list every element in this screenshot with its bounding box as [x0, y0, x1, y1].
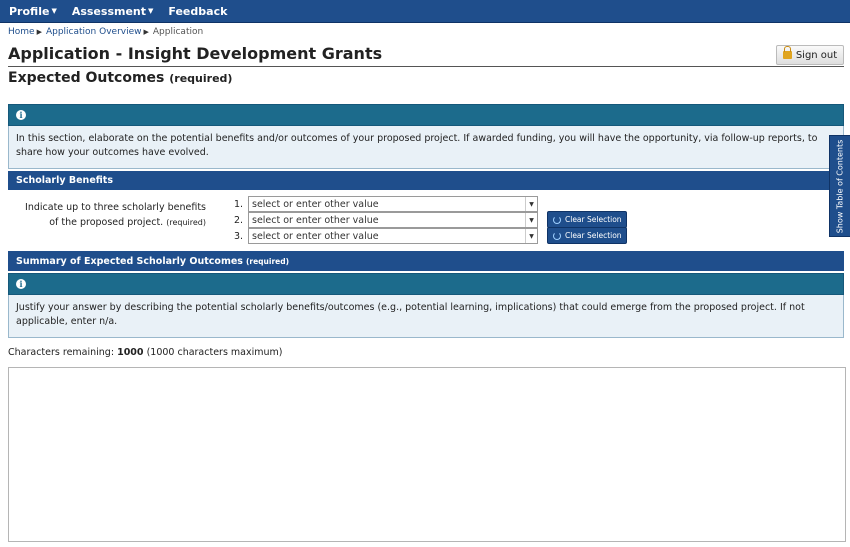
breadcrumb-current: Application: [152, 27, 204, 37]
show-toc-tab[interactable]: Show Table of Contents: [829, 135, 850, 237]
characters-remaining: Characters remaining: 1000 (1000 charact…: [8, 347, 283, 358]
summary-info-header: i: [8, 273, 844, 295]
benefit-select-1[interactable]: select or enter other value ▼: [248, 196, 538, 212]
info-header: i: [8, 104, 844, 126]
refresh-icon: [553, 231, 561, 240]
info-text: In this section, elaborate on the potent…: [8, 126, 844, 169]
breadcrumb-home[interactable]: Home: [8, 27, 35, 37]
summary-info-text: Justify your answer by describing the po…: [8, 295, 844, 338]
dropdown-arrow-icon[interactable]: ▼: [525, 197, 537, 211]
summary-header: Summary of Expected Scholarly Outcomes (…: [8, 251, 844, 271]
nav-assessment[interactable]: Assessment ▼: [63, 0, 160, 22]
breadcrumb-overview[interactable]: Application Overview: [46, 27, 142, 37]
benefit-select-3[interactable]: select or enter other value ▼: [248, 228, 538, 244]
nav-profile[interactable]: Profile ▼: [0, 0, 63, 22]
chevron-down-icon: ▼: [51, 7, 57, 15]
clear-selection-button-3[interactable]: Clear Selection: [547, 227, 627, 244]
info-icon: i: [16, 110, 26, 120]
section-title: Expected Outcomes (required): [8, 70, 233, 86]
clear-selection-button-2[interactable]: Clear Selection: [547, 211, 627, 228]
info-icon: i: [16, 279, 26, 289]
characters-count: 1000: [117, 347, 144, 358]
benefit-row-1: 1. select or enter other value ▼: [234, 196, 538, 212]
page-title: Application - Insight Development Grants: [8, 44, 383, 63]
chevron-down-icon: ▼: [148, 7, 154, 15]
breadcrumb-separator-icon: ▶: [143, 28, 149, 36]
benefits-label: Indicate up to three scholarly benefits …: [25, 202, 206, 228]
benefit-select-2[interactable]: select or enter other value ▼: [248, 212, 538, 228]
benefit-row-3: 3. select or enter other value ▼: [234, 228, 538, 244]
title-divider: [8, 66, 844, 67]
benefit-row-2: 2. select or enter other value ▼: [234, 212, 538, 228]
dropdown-arrow-icon[interactable]: ▼: [525, 213, 537, 227]
lock-icon: [782, 46, 792, 59]
scholarly-benefits-header: Scholarly Benefits: [8, 171, 844, 190]
sign-out-button[interactable]: Sign out: [776, 45, 844, 65]
breadcrumb-separator-icon: ▶: [36, 28, 42, 36]
refresh-icon: [553, 215, 561, 224]
breadcrumb: Home ▶ Application Overview ▶ Applicatio…: [8, 27, 203, 37]
top-nav: Profile ▼ Assessment ▼ Feedback: [0, 0, 850, 23]
required-label: (required): [169, 72, 233, 85]
nav-feedback[interactable]: Feedback: [159, 0, 233, 22]
summary-textarea[interactable]: [8, 367, 846, 542]
dropdown-arrow-icon[interactable]: ▼: [525, 229, 537, 243]
